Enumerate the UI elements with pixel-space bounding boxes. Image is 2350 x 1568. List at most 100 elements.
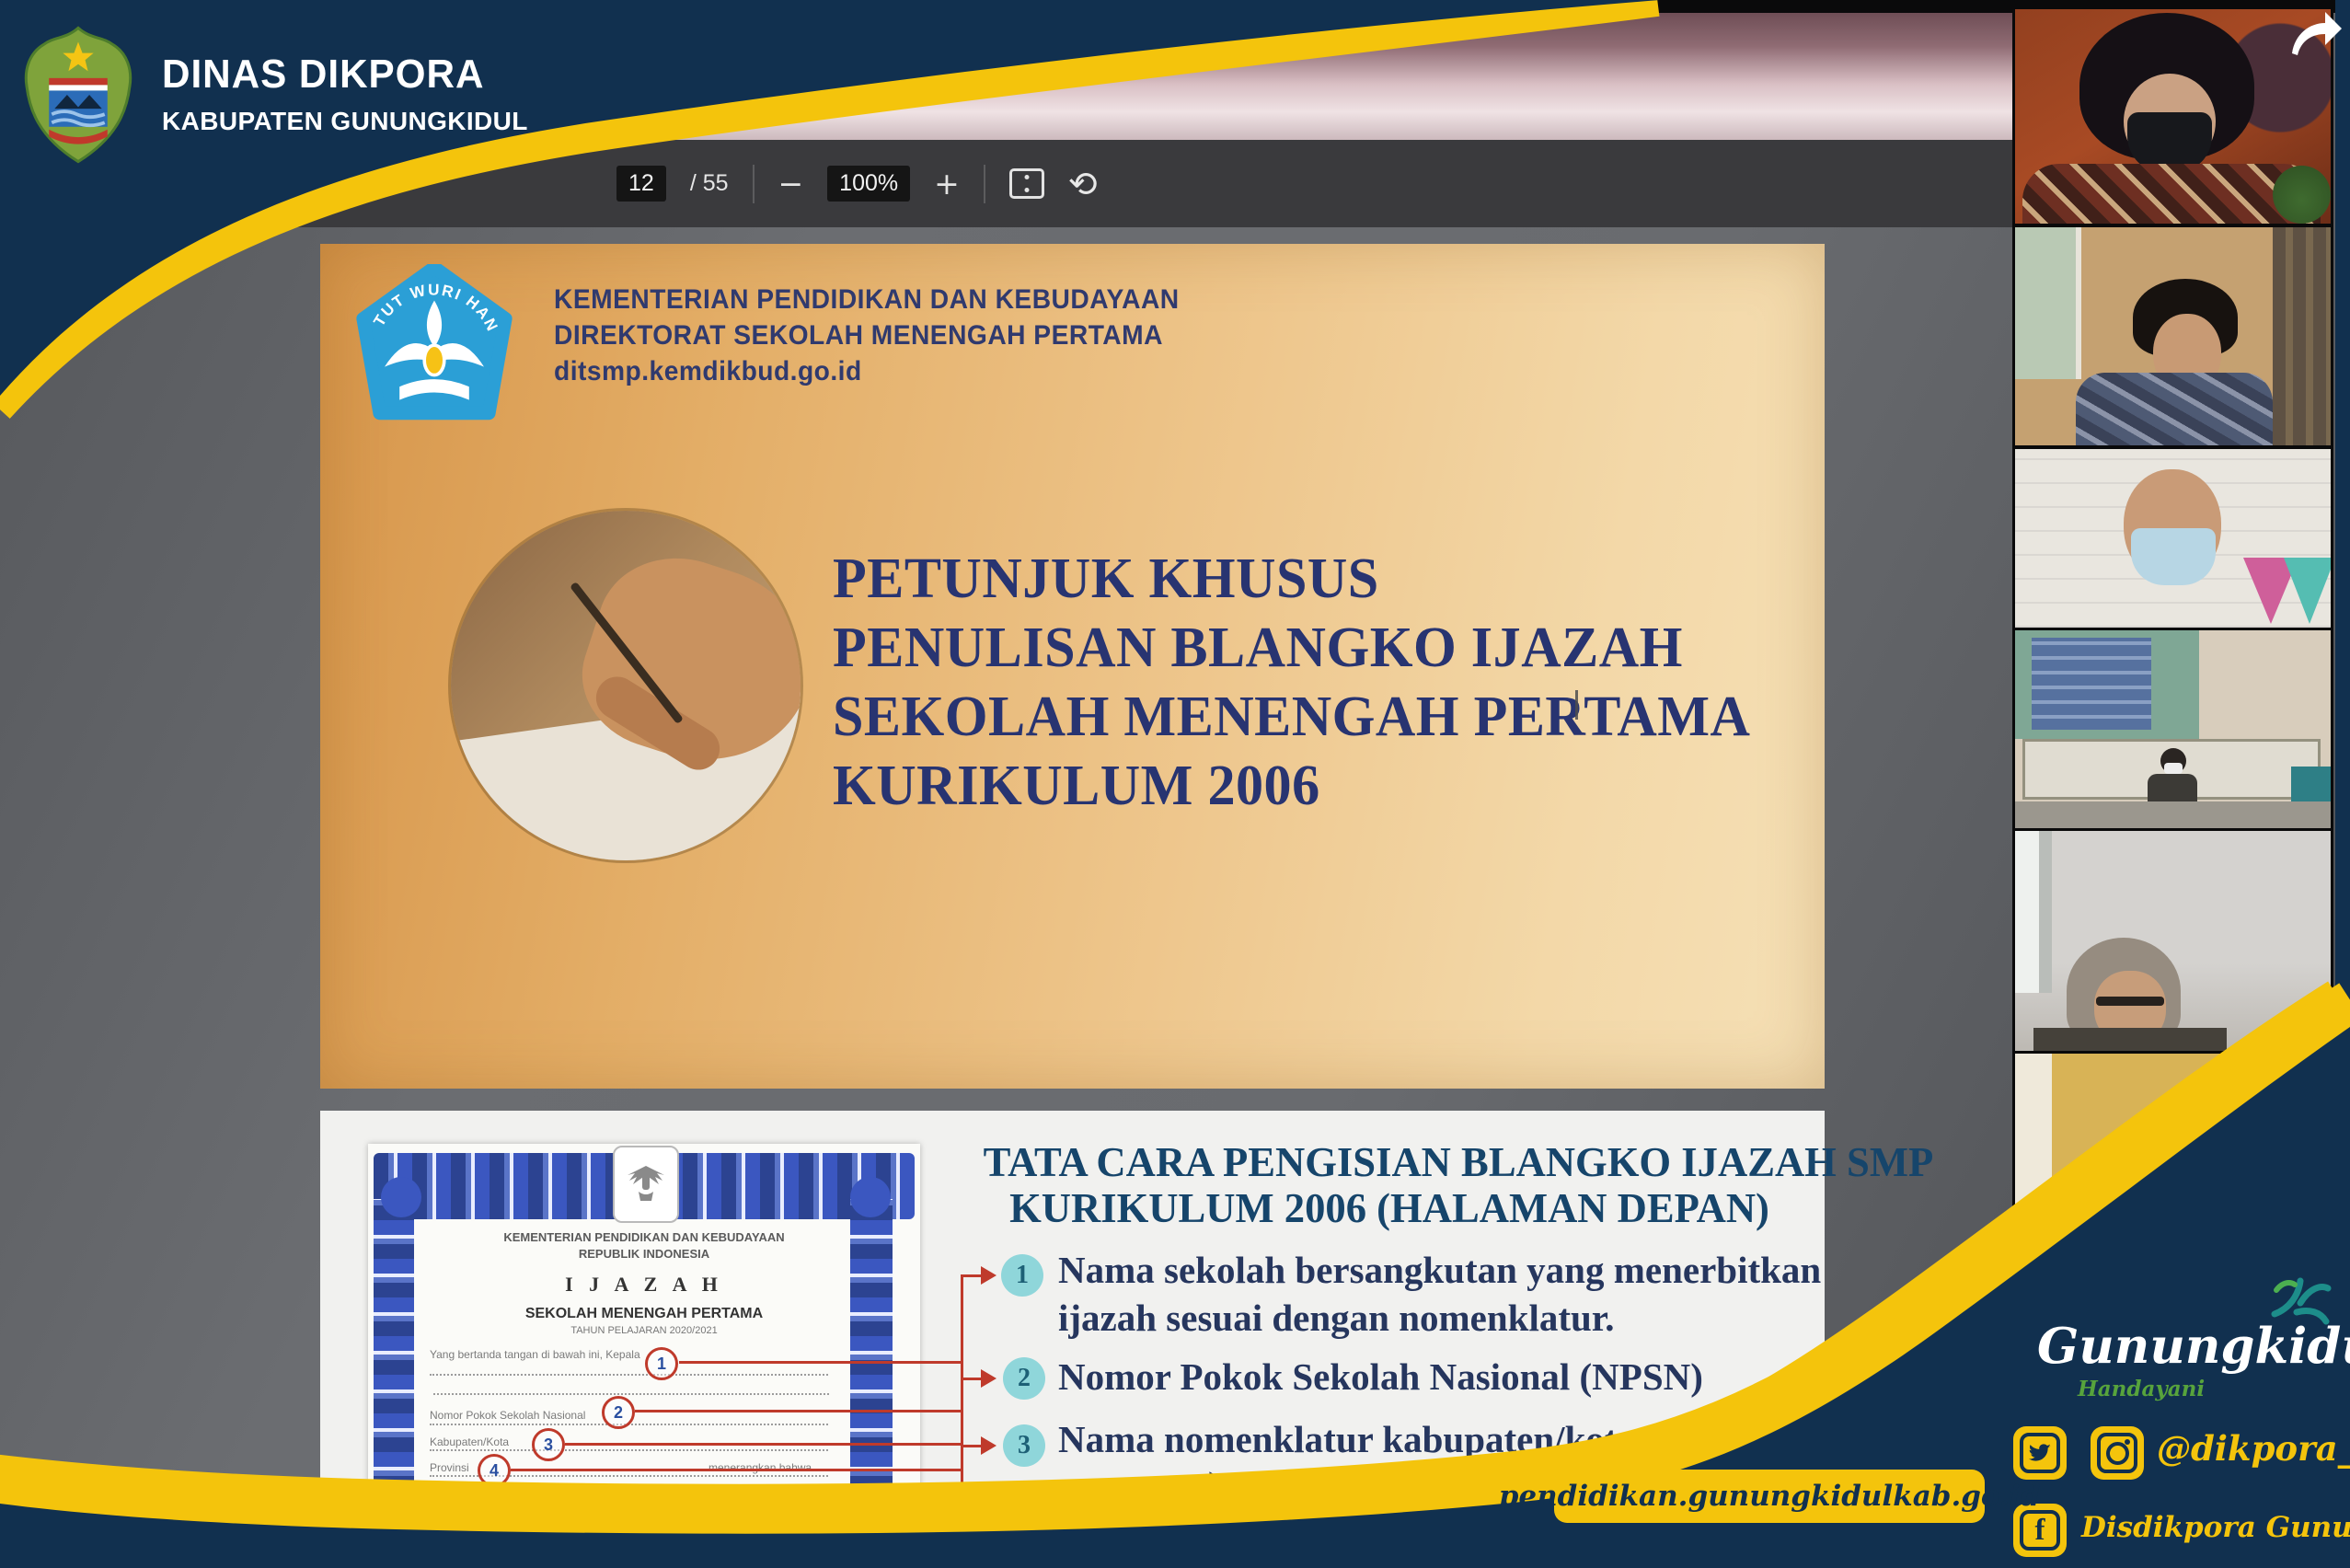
zoom-out-button[interactable]: − <box>778 168 804 199</box>
ijazah-marker-circle: 4 <box>478 1454 511 1487</box>
tile-art-shape <box>2015 1054 2052 1284</box>
org-name: DINAS DIKPORA <box>162 52 484 98</box>
ijazah-field-line <box>430 1449 828 1451</box>
red-connector-line <box>635 1410 962 1412</box>
ijazah-field-label: Kabupaten/Kota <box>430 1435 509 1448</box>
brand-tagline: Handayani <box>2078 1377 2205 1401</box>
ijazah-year: TAHUN PELAJARAN 2020/2021 <box>423 1325 865 1336</box>
ijazah-field-line <box>430 1374 828 1376</box>
tile-art-shape <box>2164 763 2183 774</box>
rotate-page-icon[interactable]: ⟲ <box>1068 167 1098 202</box>
twitter-bird-glyph <box>2020 1433 2060 1473</box>
participant-video[interactable] <box>2015 9 2331 224</box>
tile-art-shape <box>2131 528 2216 585</box>
tile-art-shape <box>2284 558 2331 624</box>
ijazah-title: I J A Z A H <box>423 1273 865 1297</box>
item-text-line: Nama sekolah bersangkutan yang menerbitk… <box>1058 1248 1821 1292</box>
tile-art-shape <box>2032 638 2151 730</box>
red-arrowhead <box>981 1436 1006 1455</box>
fit-page-icon[interactable] <box>1009 168 1044 199</box>
ministry-line: KEMENTERIAN PENDIDIKAN DAN KEBUDAYAAN <box>554 282 1180 317</box>
text-cursor <box>1575 690 1578 720</box>
zoom-level-input[interactable]: 100% <box>827 166 910 202</box>
item-text-line: Nama nomenklatur kabupaten/kota*) ( <box>1058 1417 1689 1461</box>
ministry-line: DIREKTORAT SEKOLAH MENENGAH PERTAMA <box>554 317 1180 353</box>
ijazah-corner-circle <box>850 1177 891 1217</box>
ijazah-field-label: Nomor Pokok Sekolah Nasional <box>430 1409 585 1422</box>
slide-title-line: PETUNJUK KHUSUS <box>833 545 1750 614</box>
red-arrowhead <box>981 1369 1006 1388</box>
item-text-line: mencoret) m <box>1058 1463 1261 1507</box>
item-number-badge: 3 <box>1003 1424 1045 1467</box>
ijazah-document-image: KEMENTERIAN PENDIDIKAN DAN KEBUDAYAAN RE… <box>368 1144 920 1568</box>
ijazah-ornate-border-left <box>374 1199 414 1568</box>
slide2-heading-line1: TATA CARA PENGISIAN BLANGKO IJAZAH SMP <box>984 1137 1796 1186</box>
red-connector-line <box>511 1469 962 1471</box>
slide2-heading-line2: KURIKULUM 2006 (HALAMAN DEPAN) <box>984 1183 1796 1232</box>
ijazah-field-label: Provinsi <box>430 1461 469 1474</box>
participant-video[interactable] <box>2015 630 2331 828</box>
ijazah-marker-circle: 3 <box>532 1428 565 1461</box>
facebook-page-name: Disdikpora Gunungkidul <box>2081 1511 2350 1544</box>
ijazah-field-line <box>433 1393 829 1395</box>
hand-writing-photo <box>451 511 801 860</box>
slide-title-line: PENULISAN BLANGKO IJAZAH <box>833 614 1750 683</box>
instagram-lens-glyph <box>2097 1433 2137 1473</box>
ijazah-ministry: KEMENTERIAN PENDIDIKAN DAN KEBUDAYAAN <box>423 1230 865 1244</box>
ijazah-note: menerangkan bahwa <box>708 1461 812 1474</box>
participant-video[interactable] <box>2015 831 2331 1051</box>
red-connector-line <box>565 1443 962 1446</box>
tile-art-shape <box>2291 767 2331 801</box>
meeting-screenshot: 12 / 55 − 100% + ⟲ TUT WURI HANDAYANI KE… <box>0 0 2350 1568</box>
ijazah-field-label: Yang bertanda tangan di bawah ini, Kepal… <box>430 1348 640 1361</box>
red-connector-line <box>679 1361 962 1364</box>
tile-art-shape <box>2096 997 2164 1006</box>
facebook-f-glyph: f <box>2020 1510 2060 1551</box>
page-number-input[interactable]: 12 <box>616 166 666 202</box>
brand-name: Gunungkidul <box>2037 1318 2350 1375</box>
tile-art-shape <box>2076 373 2273 445</box>
instagram-icon <box>2091 1426 2144 1480</box>
ijazah-school-level: SEKOLAH MENENGAH PERTAMA <box>423 1306 865 1322</box>
ijazah-field-line <box>430 1501 828 1503</box>
zoom-in-button[interactable]: + <box>934 168 960 199</box>
participant-video[interactable] <box>2015 227 2331 445</box>
social-handle: @dikpora_gk <box>2157 1428 2350 1469</box>
tile-art-shape <box>2273 227 2331 445</box>
ijazah-marker-circle: 2 <box>602 1396 635 1429</box>
ijazah-marker-circle: 1 <box>645 1347 678 1380</box>
participant-video[interactable] <box>2015 449 2331 628</box>
ministry-line: ditsmp.kemdikbud.go.id <box>554 353 1180 389</box>
item-text-line: Nomor Pokok Sekolah Nasional (NPSN) <box>1058 1355 1703 1399</box>
ijazah-marker-circle <box>589 1489 622 1522</box>
toolbar-divider <box>984 165 985 203</box>
garuda-emblem <box>613 1146 679 1223</box>
red-connector-trunk <box>961 1275 963 1511</box>
page-total-label: / 55 <box>690 170 729 197</box>
tile-art-shape <box>2015 227 2081 379</box>
gunungkidul-crest-logo <box>21 24 135 166</box>
item-number-badge: 2 <box>1003 1357 1045 1400</box>
tile-art-shape <box>2015 801 2331 828</box>
toolbar-divider <box>753 165 755 203</box>
slide-title-line: SEKOLAH MENENGAH PERTAMA <box>833 683 1750 752</box>
slide-title-line: KURIKULUM 2006 <box>833 752 1750 821</box>
tut-wuri-handayani-logo: TUT WURI HANDAYANI <box>351 264 517 430</box>
tile-art-shape <box>2039 831 2052 993</box>
share-arrow-icon[interactable] <box>2287 9 2344 57</box>
tile-art-shape <box>2033 1028 2227 1051</box>
slide-title: PETUNJUK KHUSUS PENULISAN BLANGKO IJAZAH… <box>833 545 1750 821</box>
participant-video[interactable] <box>2015 1054 2331 1284</box>
org-region: KABUPATEN GUNUNGKIDUL <box>162 107 528 136</box>
ijazah-corner-circle <box>381 1177 421 1217</box>
tile-art-shape <box>2273 166 2331 224</box>
item-number-badge: 1 <box>1001 1254 1043 1297</box>
ijazah-republic: REPUBLIK INDONESIA <box>423 1247 865 1261</box>
pdf-toolbar: 12 / 55 − 100% + ⟲ <box>212 140 2012 227</box>
tile-art-shape <box>2116 1217 2197 1284</box>
slide-ministry-header: KEMENTERIAN PENDIDIKAN DAN KEBUDAYAAN DI… <box>554 282 1180 389</box>
twitter-icon <box>2013 1426 2067 1480</box>
tile-art-shape <box>2148 774 2197 801</box>
website-banner: pendidikan.gunungkidulkab.go.id <box>1554 1470 1985 1523</box>
tile-art-shape <box>2015 831 2039 993</box>
